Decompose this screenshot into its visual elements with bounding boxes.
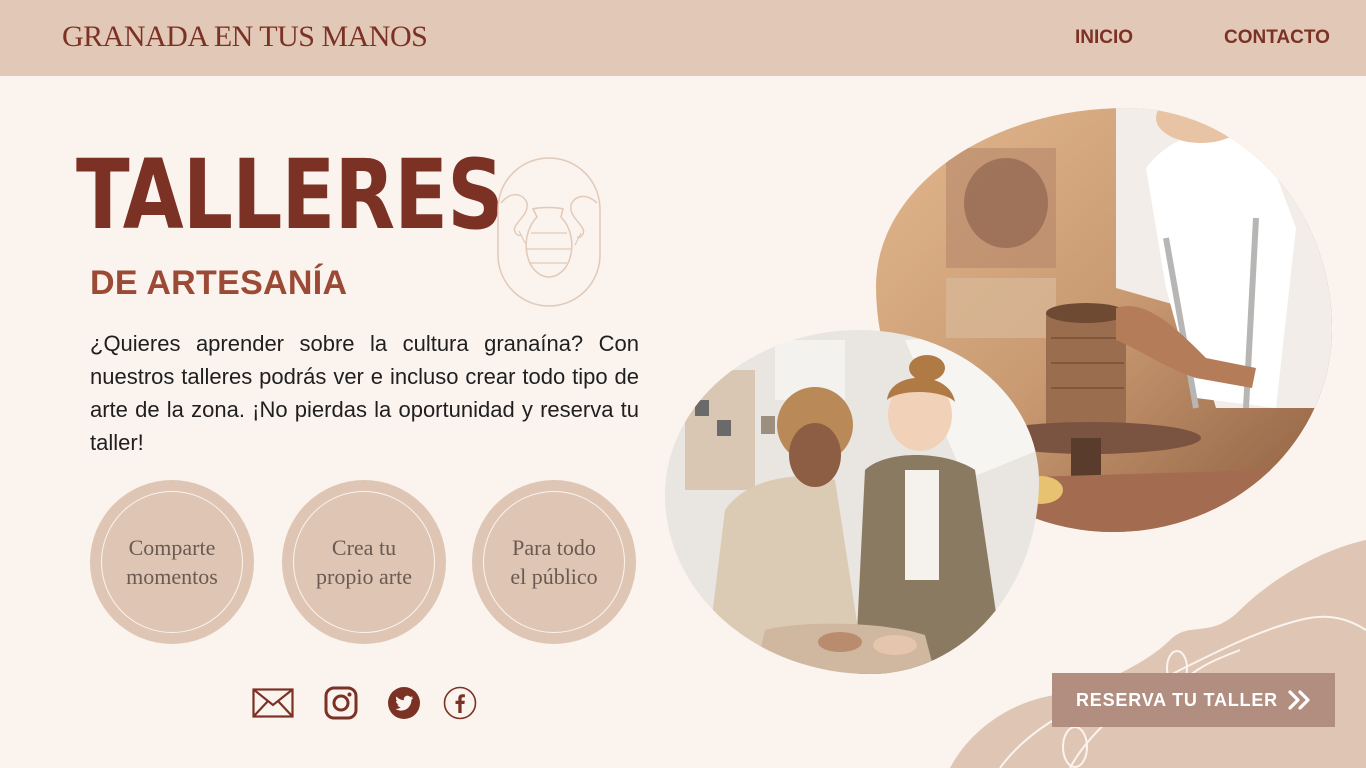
nav-link-inicio[interactable]: INICIO <box>1075 27 1133 49</box>
reserve-workshop-label: RESERVA TU TALLER <box>1076 689 1278 710</box>
feature-badge-publico: Para todo el público <box>472 480 636 644</box>
pottery-hands-icon <box>497 157 601 307</box>
page-title: TALLERES <box>76 139 504 251</box>
feature-badge-comparte: Comparte momentos <box>90 480 254 644</box>
hero-description: ¿Quieres aprender sobre la cultura grana… <box>90 331 639 455</box>
double-chevron-right-icon <box>1288 690 1310 710</box>
page-subtitle: DE ARTESANÍA <box>90 264 348 302</box>
women-crafting-image <box>665 330 1039 674</box>
twitter-icon <box>388 687 420 719</box>
instagram-icon <box>324 686 358 720</box>
facebook-link[interactable] <box>442 684 478 722</box>
mail-icon <box>252 688 294 718</box>
reserve-workshop-button[interactable]: RESERVA TU TALLER <box>1052 673 1335 727</box>
nav-link-contacto[interactable]: CONTACTO <box>1224 27 1330 49</box>
mail-link[interactable] <box>252 684 294 722</box>
feature-badge-text: Crea tu propio arte <box>316 535 412 589</box>
twitter-link[interactable] <box>386 684 422 722</box>
feature-badge-text: Comparte momentos <box>126 535 218 589</box>
feature-badge-crea: Crea tu propio arte <box>282 480 446 644</box>
facebook-icon <box>443 686 477 720</box>
instagram-link[interactable] <box>323 684 359 722</box>
feature-badge-text: Para todo el público <box>510 535 598 589</box>
top-navigation-bar: GRANADA EN TUS MANOS INICIO CONTACTO <box>0 0 1366 76</box>
brand-logo[interactable]: GRANADA EN TUS MANOS <box>62 20 428 54</box>
